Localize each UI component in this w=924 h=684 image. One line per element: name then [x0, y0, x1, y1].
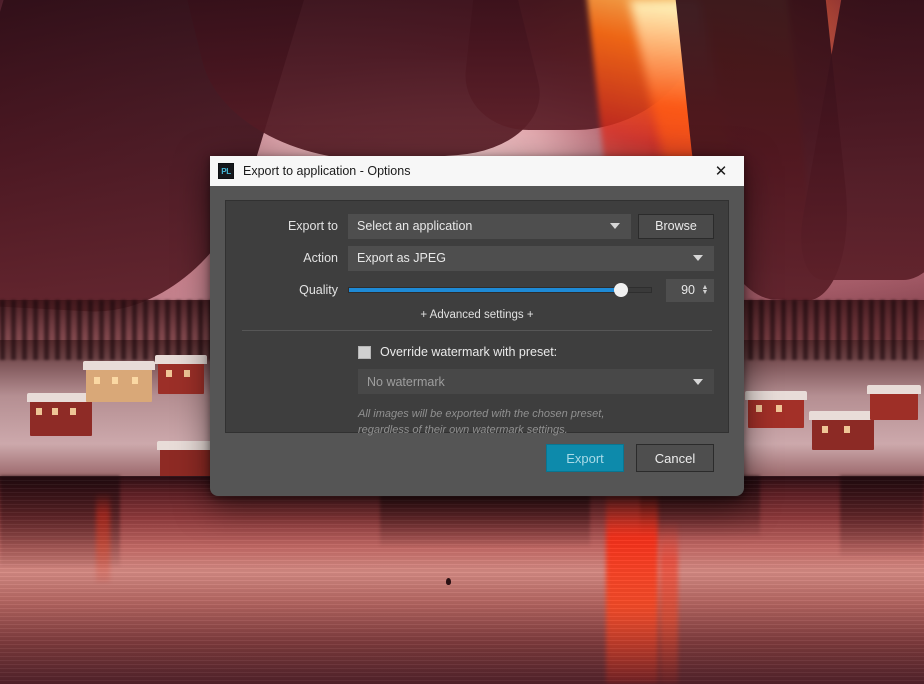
stepper-down-icon[interactable]: ▼: [702, 289, 709, 296]
quality-row: Quality 90 ▲ ▼: [240, 277, 714, 303]
background-house: [83, 361, 155, 402]
dialog-title: Export to application - Options: [243, 164, 411, 178]
desktop-background: PL Export to application - Options ✕ Exp…: [0, 0, 924, 684]
section-divider: [242, 330, 712, 331]
override-watermark-label: Override watermark with preset:: [380, 345, 558, 359]
export-to-dropdown[interactable]: Select an application: [348, 213, 631, 239]
background-buoy: [446, 578, 451, 585]
action-value: Export as JPEG: [357, 251, 446, 265]
close-icon[interactable]: ✕: [698, 156, 744, 186]
quality-stepper[interactable]: 90 ▲ ▼: [666, 278, 714, 302]
chevron-down-icon: [610, 223, 620, 229]
background-light-reflection: [96, 492, 110, 582]
stepper-arrows-icon[interactable]: ▲ ▼: [699, 284, 711, 296]
advanced-settings-toggle[interactable]: + Advanced settings +: [240, 309, 714, 321]
export-options-dialog: PL Export to application - Options ✕ Exp…: [210, 156, 744, 496]
override-watermark-row: Override watermark with preset:: [240, 345, 714, 359]
options-panel: Export to Select an application Browse A…: [225, 200, 729, 436]
dialog-titlebar: PL Export to application - Options ✕: [210, 156, 744, 186]
chevron-down-icon: [693, 255, 703, 261]
export-to-row: Export to Select an application Browse: [240, 213, 714, 239]
background-light-reflection: [606, 488, 658, 684]
cancel-button[interactable]: Cancel: [636, 444, 714, 472]
action-label: Action: [303, 251, 338, 265]
export-button[interactable]: Export: [546, 444, 624, 472]
chevron-down-icon: [693, 378, 703, 385]
quality-slider[interactable]: [348, 278, 658, 303]
background-house: [745, 391, 807, 428]
action-row: Action Export as JPEG: [240, 245, 714, 271]
watermark-preset-dropdown[interactable]: No watermark: [358, 369, 714, 394]
export-to-label: Export to: [287, 219, 338, 233]
browse-button[interactable]: Browse: [638, 213, 714, 239]
watermark-preset-row: No watermark: [240, 369, 714, 394]
quality-value: 90: [681, 283, 695, 297]
watermark-preset-value: No watermark: [367, 374, 445, 389]
photolab-app-icon: PL: [218, 163, 234, 179]
quality-label: Quality: [299, 283, 338, 297]
background-house: [155, 355, 207, 394]
quality-slider-track[interactable]: [348, 283, 652, 297]
background-house: [809, 411, 877, 450]
quality-slider-thumb[interactable]: [613, 283, 628, 297]
background-light-reflection: [660, 520, 678, 684]
export-to-value: Select an application: [357, 219, 473, 233]
quality-slider-fill: [349, 288, 621, 292]
background-house: [867, 385, 921, 420]
action-dropdown[interactable]: Export as JPEG: [348, 245, 714, 271]
background-house: [27, 393, 95, 436]
dialog-body: Export to Select an application Browse A…: [210, 186, 744, 472]
override-watermark-checkbox[interactable]: [358, 345, 371, 359]
